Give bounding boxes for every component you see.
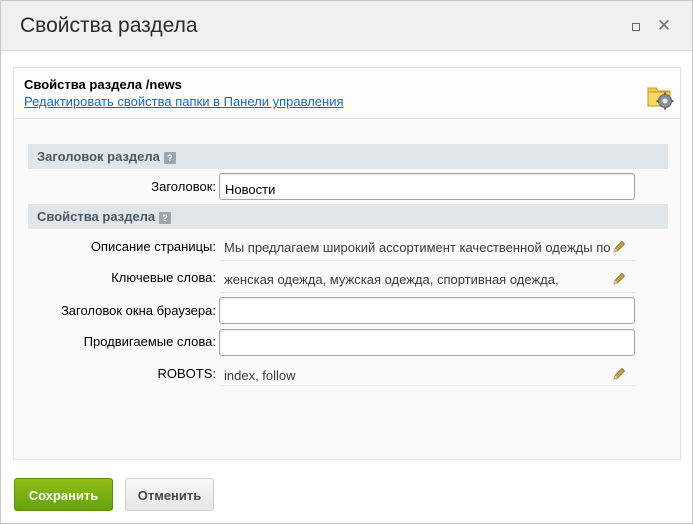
title-field-label: Заголовок: [151,179,216,194]
section-title-label: Заголовок раздела [37,149,160,164]
section-header-title: Заголовок раздела? [28,144,668,169]
description-underline [220,260,636,261]
section-header-properties: Свойства раздела? [28,204,668,229]
edit-robots-pencil-icon[interactable] [612,367,626,381]
close-icon[interactable]: ✕ [655,17,673,35]
edit-description-pencil-icon[interactable] [612,240,626,254]
dialog-titlebar[interactable]: Свойства раздела ✕ [1,1,692,51]
help-icon[interactable]: ? [159,212,172,224]
description-value[interactable]: Мы предлагаем широкий ассортимент качест… [224,240,614,255]
browser-title-field[interactable] [219,297,635,324]
dialog-title: Свойства раздела [20,14,198,37]
keywords-underline [220,292,636,293]
section-properties-dialog: Свойства раздела ✕ Свойства раздела /new… [0,0,693,524]
save-button[interactable]: Сохранить [14,478,113,511]
robots-underline [220,385,636,386]
promoted-words-field[interactable] [219,329,635,356]
edit-folder-properties-link[interactable]: Редактировать свойства папки в Панели уп… [24,94,344,109]
edit-keywords-pencil-icon[interactable] [612,272,626,286]
properties-header: Свойства раздела /news Редактировать сво… [14,68,680,119]
header-title: Свойства раздела /news [24,77,182,92]
help-icon[interactable]: ? [163,152,176,164]
keywords-value[interactable]: женская одежда, мужская одежда, спортивн… [224,272,614,287]
maximize-icon[interactable] [627,17,645,35]
promoted-words-field-label: Продвигаемые слова: [83,334,216,349]
dialog-content: Свойства раздела /news Редактировать сво… [13,67,681,460]
cancel-button[interactable]: Отменить [125,478,214,511]
keywords-field-label: Ключевые слова: [111,270,216,285]
description-field-label: Описание страницы: [90,239,216,254]
folder-settings-icon [647,87,674,110]
robots-field-label: ROBOTS: [157,366,216,381]
browser-title-field-label: Заголовок окна браузера: [60,303,216,318]
robots-value[interactable]: index, follow [224,368,614,383]
section-properties-label: Свойства раздела [37,209,156,224]
title-field[interactable] [219,173,635,200]
